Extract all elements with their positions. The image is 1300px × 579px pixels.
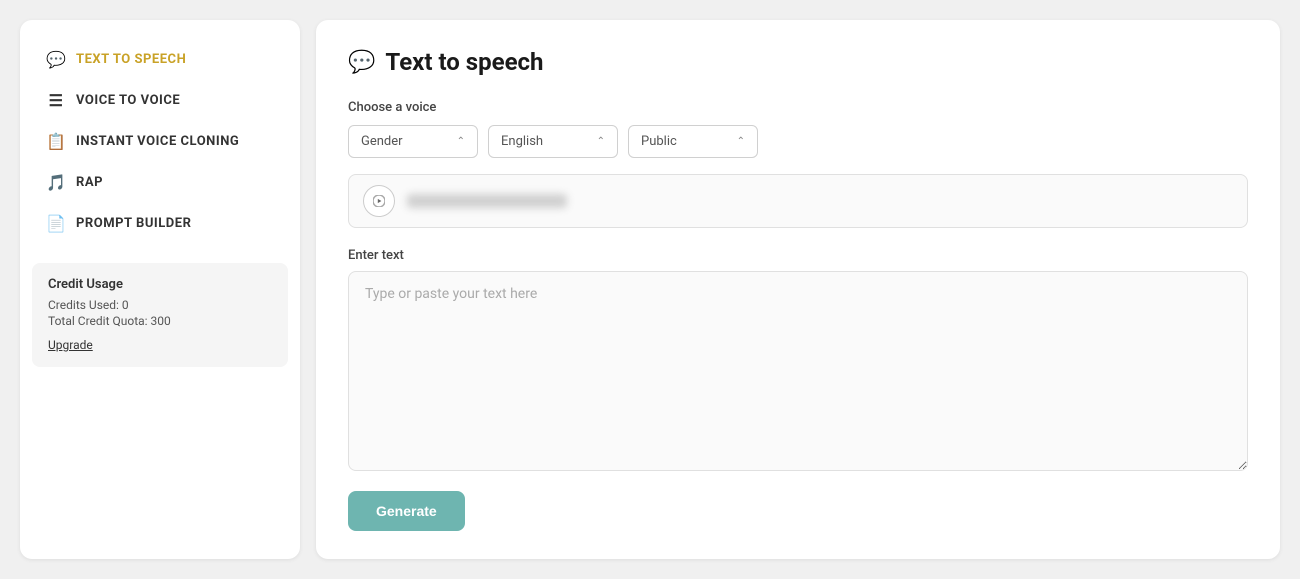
main-panel: 💬 Text to speech Choose a voice Gender ⌃… <box>316 20 1280 559</box>
upgrade-link[interactable]: Upgrade <box>48 338 93 352</box>
rap-icon: 🎵 <box>46 173 66 192</box>
sidebar-item-label-text-to-speech: TEXT TO SPEECH <box>76 52 186 67</box>
language-filter-label: English <box>501 134 543 149</box>
gender-filter-label: Gender <box>361 134 403 149</box>
visibility-filter-chevron: ⌃ <box>737 136 745 147</box>
instant-voice-cloning-icon: 📋 <box>46 132 66 151</box>
sidebar-item-prompt-builder[interactable]: 📄 PROMPT BUILDER <box>32 204 288 243</box>
visibility-filter[interactable]: Public ⌃ <box>628 125 758 158</box>
sidebar-item-label-voice-to-voice: VOICE TO VOICE <box>76 93 180 108</box>
credit-box: Credit Usage Credits Used: 0 Total Credi… <box>32 263 288 367</box>
total-quota: Total Credit Quota: 300 <box>48 314 272 328</box>
prompt-builder-icon: 📄 <box>46 214 66 233</box>
voice-to-voice-icon: ☰ <box>46 91 66 110</box>
generate-button[interactable]: Generate <box>348 491 465 531</box>
enter-text-label: Enter text <box>348 248 1248 263</box>
choose-voice-label: Choose a voice <box>348 100 1248 115</box>
sidebar-item-voice-to-voice[interactable]: ☰ VOICE TO VOICE <box>32 81 288 120</box>
sidebar-item-label-prompt-builder: PROMPT BUILDER <box>76 216 191 231</box>
voice-filters: Gender ⌃ English ⌃ Public ⌃ <box>348 125 1248 158</box>
page-header-icon: 💬 <box>348 50 375 75</box>
sidebar: 💬 TEXT TO SPEECH ☰ VOICE TO VOICE 📋 INSTANT V… <box>20 20 300 559</box>
app-layout: 💬 TEXT TO SPEECH ☰ VOICE TO VOICE 📋 INSTANT V… <box>20 20 1280 559</box>
language-filter-chevron: ⌃ <box>597 136 605 147</box>
sidebar-item-rap[interactable]: 🎵 RAP <box>32 163 288 202</box>
play-button[interactable] <box>363 185 395 217</box>
voice-preview-row <box>348 174 1248 228</box>
sidebar-item-label-instant-voice-cloning: INSTANT VOICE CLONING <box>76 134 239 149</box>
credit-box-title: Credit Usage <box>48 277 272 292</box>
sidebar-item-instant-voice-cloning[interactable]: 📋 INSTANT VOICE CLONING <box>32 122 288 161</box>
gender-filter-chevron: ⌃ <box>457 136 465 147</box>
text-input[interactable] <box>348 271 1248 471</box>
gender-filter[interactable]: Gender ⌃ <box>348 125 478 158</box>
language-filter[interactable]: English ⌃ <box>488 125 618 158</box>
visibility-filter-label: Public <box>641 134 677 149</box>
voice-name-blurred <box>407 194 567 208</box>
text-area-section: Enter text <box>348 248 1248 475</box>
sidebar-item-text-to-speech[interactable]: 💬 TEXT TO SPEECH <box>32 40 288 79</box>
page-title: Text to speech <box>385 48 543 76</box>
sidebar-item-label-rap: RAP <box>76 175 103 190</box>
text-to-speech-icon: 💬 <box>46 50 66 69</box>
page-header: 💬 Text to speech <box>348 48 1248 76</box>
credits-used: Credits Used: 0 <box>48 298 272 312</box>
